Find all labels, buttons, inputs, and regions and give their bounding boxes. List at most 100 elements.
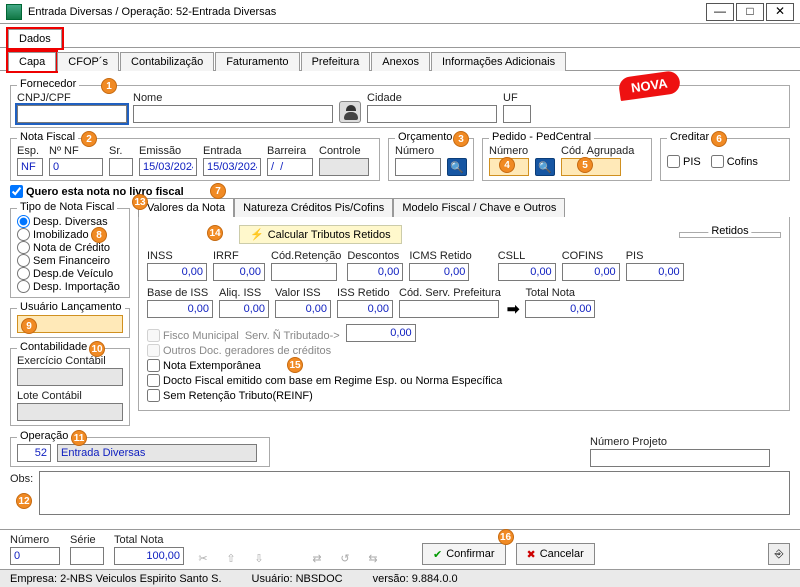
badge-11: 11 xyxy=(71,430,87,446)
op-num-input[interactable] xyxy=(17,444,51,462)
cidade-input[interactable] xyxy=(367,105,497,123)
subtab-modelo[interactable]: Modelo Fiscal / Chave e Outros xyxy=(393,198,565,217)
sr-input[interactable] xyxy=(109,158,133,176)
snt-label: Serv. Ñ Tributado-> xyxy=(245,330,340,342)
foot-serie-label: Série xyxy=(70,534,104,546)
foot-serie-input[interactable] xyxy=(70,547,104,565)
tab-cfops[interactable]: CFOP´s xyxy=(57,52,119,71)
radio-desp-importacao[interactable]: Desp. Importação xyxy=(17,280,123,293)
radio-sem-financeiro[interactable]: Sem Financeiro xyxy=(17,254,123,267)
badge-9: 9 xyxy=(21,318,37,334)
nota-legend: Nota Fiscal xyxy=(17,131,78,143)
tool-icon[interactable]: ⇆ xyxy=(364,552,382,565)
obs-input[interactable] xyxy=(39,471,790,515)
sem-retencao-checkbox[interactable]: Sem Retenção Tributo(REINF) xyxy=(147,389,313,402)
radio-nota-credito[interactable]: Nota de Crédito xyxy=(17,241,123,254)
close-button[interactable]: ✕ xyxy=(766,3,794,21)
tool-icon[interactable]: ⇧ xyxy=(222,552,240,565)
ped-search-button[interactable]: 🔍 xyxy=(535,158,555,176)
quero-livro-checkbox[interactable]: Quero esta nota no livro fiscal xyxy=(10,185,790,198)
desc-input[interactable] xyxy=(347,263,403,281)
group-usuario: Usuário Lançamento 9 xyxy=(10,308,130,338)
emissao-input[interactable] xyxy=(139,158,197,176)
nnf-input[interactable] xyxy=(49,158,103,176)
nota-extemp-checkbox[interactable]: Nota Extemporânea xyxy=(147,359,261,372)
outros-doc-checkbox[interactable]: Outros Doc. geradores de créditos xyxy=(147,344,331,357)
badge-13: 13 xyxy=(132,194,148,210)
radio-desp-veiculo[interactable]: Desp.de Veículo xyxy=(17,267,123,280)
controle-input[interactable] xyxy=(319,158,369,176)
baseiss-input[interactable] xyxy=(147,300,213,318)
foot-total-label: Total Nota xyxy=(114,534,184,546)
foot-num-label: Número xyxy=(10,534,60,546)
arrow-icon: ➡ xyxy=(507,300,520,318)
tab-capa[interactable]: Capa xyxy=(8,52,56,71)
esp-input[interactable] xyxy=(17,158,43,176)
orc-legend: Orçamento xyxy=(395,131,455,143)
group-nota-fiscal: Nota Fiscal 2 Esp. Nº NF Sr. Emissão Ent… xyxy=(10,138,380,181)
confirmar-button[interactable]: ✔Confirmar xyxy=(422,543,506,565)
esp-label: Esp. xyxy=(17,145,43,157)
nome-input[interactable] xyxy=(133,105,333,123)
entrada-input[interactable] xyxy=(203,158,261,176)
codret-input[interactable] xyxy=(271,263,337,281)
foot-total-input[interactable] xyxy=(114,547,184,565)
retidos-group: Retidos xyxy=(679,232,781,238)
foot-num-input[interactable] xyxy=(10,547,60,565)
tool-icon[interactable]: ⇄ xyxy=(308,552,326,565)
tool-icon[interactable]: ⇩ xyxy=(250,552,268,565)
minimize-button[interactable]: — xyxy=(706,3,734,21)
cofins-checkbox[interactable]: Cofins xyxy=(711,155,758,168)
tool-icon[interactable]: ✂ xyxy=(194,552,212,565)
orc-search-button[interactable]: 🔍 xyxy=(447,158,467,176)
tool-icon[interactable]: ↺ xyxy=(336,552,354,565)
orc-num-input[interactable] xyxy=(395,158,441,176)
cancelar-button[interactable]: ✖Cancelar xyxy=(516,543,595,565)
badge-3: 3 xyxy=(453,131,469,147)
issretido-label: ISS Retido xyxy=(337,287,393,299)
status-versao: versão: 9.884.0.0 xyxy=(373,573,458,585)
subtab-natureza[interactable]: Natureza Créditos Pis/Cofins xyxy=(234,198,393,217)
projeto-input[interactable] xyxy=(590,449,770,467)
exercicio-input[interactable] xyxy=(17,368,123,386)
maximize-button[interactable]: □ xyxy=(736,3,764,21)
tab-anexos[interactable]: Anexos xyxy=(371,52,430,71)
pis-input[interactable] xyxy=(626,263,684,281)
uf-input[interactable] xyxy=(503,105,531,123)
subtab-valores[interactable]: Valores da Nota xyxy=(138,198,234,217)
inss-input[interactable] xyxy=(147,263,207,281)
docto-regime-checkbox[interactable]: Docto Fiscal emitido com base em Regime … xyxy=(147,374,502,387)
status-empresa: Empresa: 2-NBS Veiculos Espirito Santo S… xyxy=(10,573,222,585)
calc-tributos-button[interactable]: ⚡Calcular Tributos Retidos xyxy=(239,225,402,244)
cofins-input[interactable] xyxy=(562,263,620,281)
tab-prefeitura[interactable]: Prefeitura xyxy=(301,52,371,71)
orc-num-label: Número xyxy=(395,145,467,157)
tab-faturamento[interactable]: Faturamento xyxy=(215,52,299,71)
badge-16: 16 xyxy=(498,529,514,545)
pis-checkbox[interactable]: PIS xyxy=(667,155,701,168)
barreira-input[interactable] xyxy=(267,158,313,176)
snt-input[interactable] xyxy=(346,324,416,342)
valores-panel: 14 ⚡Calcular Tributos Retidos Retidos IN… xyxy=(138,217,790,411)
valoriss-input[interactable] xyxy=(275,300,331,318)
lote-input[interactable] xyxy=(17,403,123,421)
controle-label: Controle xyxy=(319,145,369,157)
radio-desp-diversas[interactable]: Desp. Diversas xyxy=(17,215,123,228)
icms-input[interactable] xyxy=(409,263,469,281)
ped-num-label: Número xyxy=(489,145,555,157)
fisco-municipal-checkbox[interactable]: Fisco Municipal xyxy=(147,329,239,342)
tab-info-adicionais[interactable]: Informações Adicionais xyxy=(431,52,566,71)
aliqiss-input[interactable] xyxy=(219,300,269,318)
codserv-input[interactable] xyxy=(399,300,499,318)
exit-icon[interactable]: ⎆ xyxy=(768,543,790,565)
irrf-input[interactable] xyxy=(213,263,265,281)
irrf-label: IRRF xyxy=(213,250,265,262)
tab-contabilizacao[interactable]: Contabilização xyxy=(120,52,214,71)
totalnota-input[interactable] xyxy=(525,300,595,318)
op-desc-input[interactable] xyxy=(57,444,257,462)
csll-input[interactable] xyxy=(498,263,556,281)
issretido-input[interactable] xyxy=(337,300,393,318)
radio-imobilizado[interactable]: Imobilizado 8 xyxy=(17,228,123,241)
cnpj-input[interactable] xyxy=(17,105,127,123)
tab-dados[interactable]: Dados xyxy=(8,29,62,48)
